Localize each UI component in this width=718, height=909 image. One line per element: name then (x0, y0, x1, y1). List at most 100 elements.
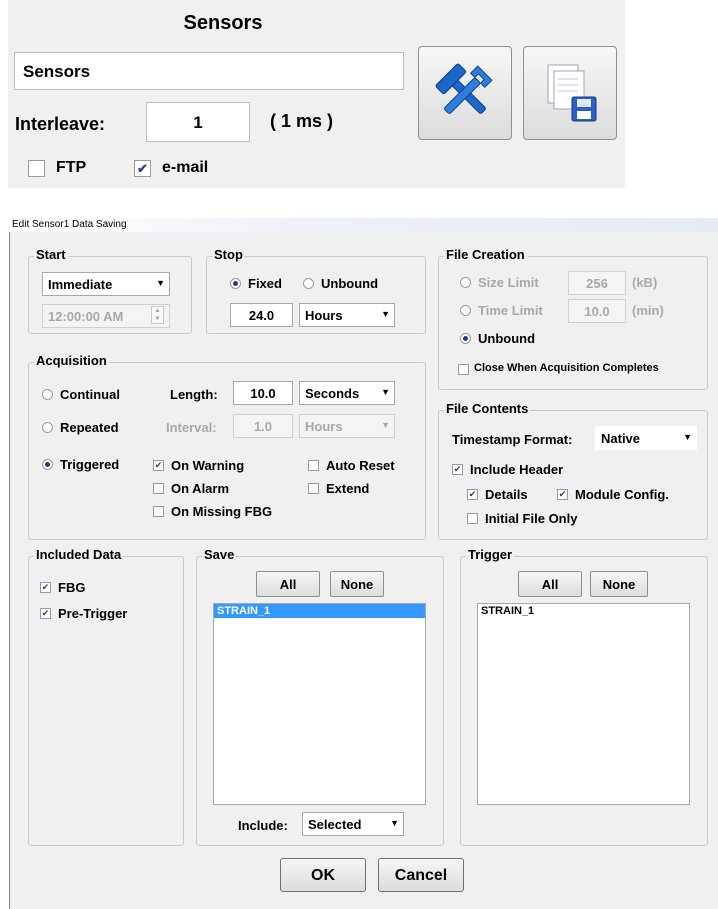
included-data-group (28, 556, 184, 846)
close-when-label: Close When Acquisition Completes (474, 362, 659, 374)
ftp-checkbox[interactable] (28, 160, 45, 177)
panel-title: Sensors (183, 12, 263, 34)
triggered-radio[interactable] (42, 459, 53, 470)
tools-icon (435, 63, 493, 114)
on-missing-fbg-checkbox[interactable] (153, 506, 164, 517)
on-warning-label: On Warning (171, 458, 245, 473)
pre-trigger-checkbox[interactable]: ✔ (40, 608, 51, 619)
chevron-down-icon: ▼ (381, 420, 390, 430)
stop-fixed-label: Fixed (248, 276, 282, 291)
timestamp-format-select[interactable]: Native ▼ (595, 426, 697, 450)
list-item[interactable]: STRAIN_1 (478, 604, 689, 618)
start-time-value: 12:00:00 AM (48, 309, 124, 324)
pre-trigger-label: Pre-Trigger (58, 606, 128, 621)
chevron-down-icon: ▼ (683, 432, 692, 442)
initial-file-only-checkbox[interactable] (467, 513, 478, 524)
stop-unit-select[interactable]: Hours ▼ (299, 303, 395, 327)
stop-unbound-label: Unbound (321, 276, 379, 291)
include-header-checkbox[interactable]: ✔ (452, 464, 463, 475)
module-config-label: Module Config. (575, 487, 669, 502)
initial-file-only-label: Initial File Only (485, 511, 578, 526)
file-contents-label: File Contents (444, 401, 531, 416)
ok-button[interactable]: OK (280, 858, 366, 892)
repeated-radio[interactable] (42, 422, 53, 433)
email-label: e-mail (162, 159, 209, 176)
triggered-label: Triggered (60, 457, 120, 472)
save-list[interactable]: STRAIN_1 (213, 603, 426, 805)
time-spinner-icon[interactable]: ▲ ▼ (151, 306, 164, 324)
auto-reset-checkbox[interactable] (308, 460, 319, 471)
size-limit-radio[interactable] (460, 277, 471, 288)
chevron-down-icon: ▼ (381, 309, 390, 319)
save-none-button[interactable]: None (330, 571, 384, 597)
dialog-title: Edit Sensor1 Data Saving (9, 218, 718, 232)
interleave-label: Interleave: (15, 114, 106, 134)
stop-group-label: Stop (212, 247, 245, 262)
start-mode-select[interactable]: Immediate ▼ (42, 272, 170, 296)
on-alarm-checkbox[interactable] (153, 483, 164, 494)
include-header-label: Include Header (470, 462, 564, 477)
stop-value-input[interactable]: 24.0 (230, 303, 293, 327)
save-all-button[interactable]: All (256, 571, 320, 597)
email-checkbox[interactable]: ✔ (134, 160, 151, 177)
include-select[interactable]: Selected ▼ (302, 812, 404, 836)
configure-button[interactable] (418, 46, 512, 140)
close-when-checkbox[interactable] (458, 364, 469, 375)
list-item[interactable]: STRAIN_1 (214, 604, 425, 618)
acquisition-label: Acquisition (34, 353, 109, 368)
on-warning-checkbox[interactable]: ✔ (153, 460, 164, 471)
sensor-panel: Sensors Sensors Interleave: 1 ( 1 ms ) F… (8, 0, 625, 188)
stop-fixed-radio[interactable] (230, 278, 241, 289)
length-unit-select[interactable]: Seconds ▼ (299, 381, 395, 405)
start-group-label: Start (34, 247, 68, 262)
continual-radio[interactable] (42, 389, 53, 400)
length-label: Length: (170, 387, 218, 402)
interleave-input[interactable]: 1 (146, 102, 250, 142)
timestamp-format-label: Timestamp Format: (452, 432, 573, 447)
length-input[interactable]: 10.0 (233, 381, 293, 405)
repeated-label: Repeated (60, 420, 119, 435)
size-limit-input[interactable]: 256 (568, 271, 626, 295)
file-creation-label: File Creation (444, 247, 527, 262)
details-label: Details (485, 487, 528, 502)
trigger-all-button[interactable]: All (518, 571, 582, 597)
fbg-label: FBG (58, 580, 86, 595)
time-limit-input[interactable]: 10.0 (568, 299, 626, 323)
interval-unit-value: Hours (305, 419, 343, 434)
details-checkbox[interactable]: ✔ (467, 489, 478, 500)
interval-label: Interval: (166, 420, 217, 435)
trigger-group-label: Trigger (466, 547, 515, 562)
chevron-down-icon: ▼ (390, 818, 399, 828)
on-missing-fbg-label: On Missing FBG (171, 504, 273, 519)
ftp-label: FTP (56, 159, 87, 176)
time-limit-label: Time Limit (478, 303, 543, 318)
trigger-none-button[interactable]: None (590, 571, 648, 597)
fbg-checkbox[interactable]: ✔ (40, 582, 51, 593)
include-label: Include: (238, 818, 288, 833)
length-unit-value: Seconds (305, 386, 360, 401)
save-file-icon (547, 64, 597, 122)
save-file-button[interactable] (523, 46, 617, 140)
chevron-down-icon: ▼ (156, 278, 165, 288)
stop-unit-value: Hours (305, 308, 343, 323)
module-config-checkbox[interactable]: ✔ (557, 489, 568, 500)
sensor-name-input[interactable]: Sensors (14, 52, 404, 90)
include-value: Selected (308, 817, 362, 832)
file-unbound-label: Unbound (478, 331, 536, 346)
save-group-label: Save (202, 547, 237, 562)
start-mode-value: Immediate (48, 277, 113, 292)
size-limit-label: Size Limit (478, 275, 539, 290)
chevron-down-icon: ▼ (381, 387, 390, 397)
interleave-unit: ( 1 ms ) (270, 111, 334, 131)
interval-unit-select[interactable]: Hours ▼ (299, 414, 395, 438)
cancel-button[interactable]: Cancel (378, 858, 464, 892)
stop-unbound-radio[interactable] (303, 278, 314, 289)
time-limit-unit: (min) (632, 303, 664, 318)
included-data-label: Included Data (34, 547, 124, 562)
interval-input[interactable]: 1.0 (233, 414, 293, 438)
time-limit-radio[interactable] (460, 305, 471, 316)
extend-checkbox[interactable] (308, 483, 319, 494)
file-unbound-radio[interactable] (460, 333, 471, 344)
trigger-list[interactable]: STRAIN_1 (477, 603, 690, 805)
auto-reset-label: Auto Reset (326, 458, 395, 473)
